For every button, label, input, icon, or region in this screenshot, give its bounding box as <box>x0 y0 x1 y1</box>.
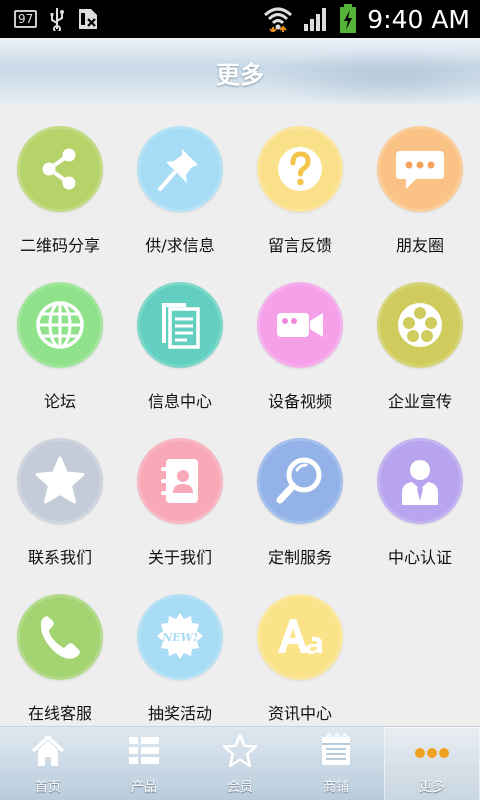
person-tie-icon <box>377 438 463 524</box>
star-icon <box>17 438 103 524</box>
globe-icon <box>17 282 103 368</box>
pin-icon <box>137 126 223 212</box>
nav-label: 产品 <box>130 780 157 795</box>
grid-item-about-us[interactable]: 关于我们 <box>120 416 240 572</box>
magnifier-icon <box>257 438 343 524</box>
nav-item-home[interactable]: 首页 <box>0 727 96 800</box>
feature-grid: 二维码分享 供/求信息 留言反馈 朋友圈 论坛 信息中心 设备视频 企业宣传 联… <box>0 104 480 726</box>
grid-item-label: 企业宣传 <box>387 392 452 411</box>
store-board-icon <box>322 733 350 765</box>
contact-book-icon <box>137 438 223 524</box>
grid-item-label: 信息中心 <box>147 392 212 411</box>
question-icon <box>257 126 343 212</box>
grid-item-label: 二维码分享 <box>19 236 100 255</box>
nav-item-more[interactable]: 更多 <box>384 727 480 800</box>
chat-bubble-icon <box>377 126 463 212</box>
bottom-nav: 首页 产品 会员 商铺 更多 <box>0 726 480 800</box>
grid-item-label: 在线客服 <box>27 704 92 723</box>
video-camera-icon <box>257 282 343 368</box>
battery-charging-icon <box>340 4 357 33</box>
status-right-icons: 9:40 AM <box>263 2 470 36</box>
grid-item-lottery[interactable]: NEW! 抽奖活动 <box>120 572 240 728</box>
svg-text:NEW!: NEW! <box>161 631 198 644</box>
grid-item-custom-service[interactable]: 定制服务 <box>240 416 360 572</box>
grid-item-info-center[interactable]: 信息中心 <box>120 260 240 416</box>
wifi-icon <box>264 7 293 32</box>
status-bar: 97 9:40 AM <box>0 0 480 38</box>
film-reel-icon <box>377 282 463 368</box>
share-icon <box>17 126 103 212</box>
grid-item-label: 论坛 <box>43 392 76 411</box>
nav-label: 会员 <box>226 780 253 795</box>
grid-item-feedback[interactable]: 留言反馈 <box>240 104 360 260</box>
font-aa-icon <box>257 594 343 680</box>
grid-item-promotion[interactable]: 企业宣传 <box>360 260 480 416</box>
grid-item-label: 抽奖活动 <box>147 704 212 723</box>
clock: 9:40 AM <box>367 4 470 34</box>
sim-card-icon <box>79 9 98 29</box>
phone-icon <box>17 594 103 680</box>
more-dots-icon <box>415 748 449 758</box>
grid-item-online-service[interactable]: 在线客服 <box>0 572 120 728</box>
grid-item-forum[interactable]: 论坛 <box>0 260 120 416</box>
grid-item-label: 朋友圈 <box>395 236 444 255</box>
grid-item-device-video[interactable]: 设备视频 <box>240 260 360 416</box>
grid-item-label: 中心认证 <box>387 548 452 567</box>
nav-label: 商铺 <box>322 780 349 795</box>
nav-item-shop[interactable]: 商铺 <box>288 727 384 800</box>
notification-badge: 97 <box>14 10 38 28</box>
grid-item-label: 资讯中心 <box>267 704 332 723</box>
documents-icon <box>137 282 223 368</box>
page-title: 更多 <box>216 61 264 89</box>
signal-icon <box>304 8 327 31</box>
grid-item-label: 供/求信息 <box>145 236 215 255</box>
grid-item-label: 定制服务 <box>267 548 332 567</box>
grid-item-qr-share[interactable]: 二维码分享 <box>0 104 120 260</box>
grid-item-label: 联系我们 <box>27 548 92 567</box>
nav-label: 首页 <box>34 780 61 795</box>
grid-item-label: 设备视频 <box>267 392 332 411</box>
grid-list-icon <box>129 737 159 764</box>
usb-icon <box>50 8 65 31</box>
star-outline-icon <box>222 733 258 768</box>
status-left-icons: 97 <box>14 7 99 31</box>
grid-item-supply-demand[interactable]: 供/求信息 <box>120 104 240 260</box>
grid-item-moments[interactable]: 朋友圈 <box>360 104 480 260</box>
home-icon <box>31 735 65 766</box>
nav-label: 更多 <box>418 780 445 795</box>
title-bar: 更多 <box>0 38 480 104</box>
nav-item-products[interactable]: 产品 <box>96 727 192 800</box>
grid-item-label: 留言反馈 <box>267 236 332 255</box>
new-badge-icon: NEW! <box>137 594 223 680</box>
nav-item-members[interactable]: 会员 <box>192 727 288 800</box>
grid-item-news-center[interactable]: 资讯中心 <box>240 572 360 728</box>
grid-item-label: 关于我们 <box>147 548 212 567</box>
grid-item-contact-us[interactable]: 联系我们 <box>0 416 120 572</box>
grid-item-certification[interactable]: 中心认证 <box>360 416 480 572</box>
